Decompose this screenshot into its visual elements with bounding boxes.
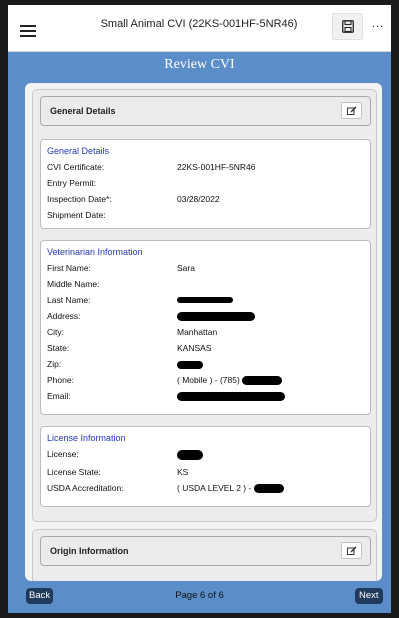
redacted-value: [177, 391, 285, 402]
app-title: Small Animal CVI (22KS-001HF-5NR46): [100, 18, 298, 30]
detail-row: Address:: [47, 311, 367, 325]
row-label: Last Name:: [47, 295, 91, 305]
detail-row: First Name: Sara: [47, 263, 367, 277]
detail-row: Zip:: [47, 359, 367, 373]
row-label: Entry Permit:: [47, 178, 97, 188]
veterinarian-info-card: Veterinarian Information First Name: Sar…: [40, 240, 371, 415]
row-value: Sara: [177, 263, 195, 273]
row-value: ( Mobile ) - (785): [177, 375, 283, 386]
edit-icon: [347, 106, 357, 115]
edit-origin-info-button[interactable]: [341, 542, 362, 559]
row-label: CVI Certificate:: [47, 162, 105, 172]
more-options-button[interactable]: ...: [368, 18, 388, 30]
row-label: Email:: [47, 391, 71, 401]
edit-icon: [347, 546, 357, 555]
card-title: General Details: [47, 146, 110, 156]
detail-row: Inspection Date*: 03/28/2022: [47, 194, 367, 208]
detail-row: Phone: ( Mobile ) - (785): [47, 375, 367, 389]
row-label: Address:: [47, 311, 81, 321]
redacted-value: [177, 311, 255, 322]
detail-row: Middle Name:: [47, 279, 367, 293]
card-title: License Information: [47, 433, 126, 443]
page-title: Review CVI: [164, 57, 235, 72]
detail-row: CVI Certificate: 22KS-001HF-5NR46: [47, 162, 367, 176]
redacted-value: [177, 449, 203, 460]
save-button[interactable]: [332, 13, 363, 40]
row-label: Inspection Date*:: [47, 194, 112, 204]
floppy-disk-icon: [342, 20, 354, 33]
footer-nav: Back Page 6 of 6 Next: [8, 581, 391, 613]
detail-row: License:: [47, 449, 367, 463]
hamburger-menu-icon[interactable]: [20, 25, 36, 37]
row-label: State:: [47, 343, 70, 353]
detail-row: City: Manhattan: [47, 327, 367, 341]
edit-general-details-button[interactable]: [341, 102, 362, 119]
row-value: 03/28/2022: [177, 194, 220, 204]
app-window: Small Animal CVI (22KS-001HF-5NR46) ... …: [8, 5, 391, 613]
origin-info-header[interactable]: Origin Information: [40, 536, 371, 566]
row-value: ( USDA LEVEL 2 ) -: [177, 483, 284, 494]
row-label: Phone:: [47, 375, 74, 385]
general-details-panel: General Details General Details CVI Cert…: [32, 89, 377, 522]
next-button[interactable]: Next: [355, 588, 383, 604]
general-details-header[interactable]: General Details: [40, 96, 371, 126]
section-header-title: General Details: [50, 106, 116, 116]
phone-value: ( Mobile ) - (785): [177, 375, 240, 385]
top-bar: Small Animal CVI (22KS-001HF-5NR46) ...: [8, 5, 391, 52]
detail-row: Entry Permit:: [47, 178, 367, 192]
section-header-title: Origin Information: [50, 546, 129, 556]
origin-info-panel: Origin Information: [32, 529, 377, 581]
redacted-value: [177, 359, 203, 369]
row-label: Shipment Date:: [47, 210, 106, 220]
card-title: Veterinarian Information: [47, 247, 143, 257]
row-label: Zip:: [47, 359, 62, 369]
review-scroll-area[interactable]: General Details General Details CVI Cert…: [25, 83, 382, 581]
detail-row: Email:: [47, 391, 367, 405]
detail-row: USDA Accreditation: ( USDA LEVEL 2 ) -: [47, 483, 367, 497]
row-label: License:: [47, 449, 79, 459]
row-label: First Name:: [47, 263, 91, 273]
detail-row: Last Name:: [47, 295, 367, 309]
usda-accreditation-value: ( USDA LEVEL 2 ) -: [177, 483, 252, 493]
row-label: USDA Accreditation:: [47, 483, 124, 493]
row-label: License State:: [47, 467, 101, 477]
row-label: City:: [47, 327, 64, 337]
page-indicator: Page 6 of 6: [175, 590, 224, 601]
detail-row: Shipment Date:: [47, 210, 367, 224]
row-label: Middle Name:: [47, 279, 100, 289]
row-value: KS: [177, 467, 189, 477]
row-value: Manhattan: [177, 327, 218, 337]
detail-row: State: KANSAS: [47, 343, 367, 357]
row-value: KANSAS: [177, 343, 212, 353]
redacted-value: [177, 295, 233, 305]
row-value: 22KS-001HF-5NR46: [177, 162, 256, 172]
detail-row: License State: KS: [47, 467, 367, 481]
license-info-card: License Information License: License Sta…: [40, 426, 371, 507]
general-details-card: General Details CVI Certificate: 22KS-00…: [40, 139, 371, 229]
